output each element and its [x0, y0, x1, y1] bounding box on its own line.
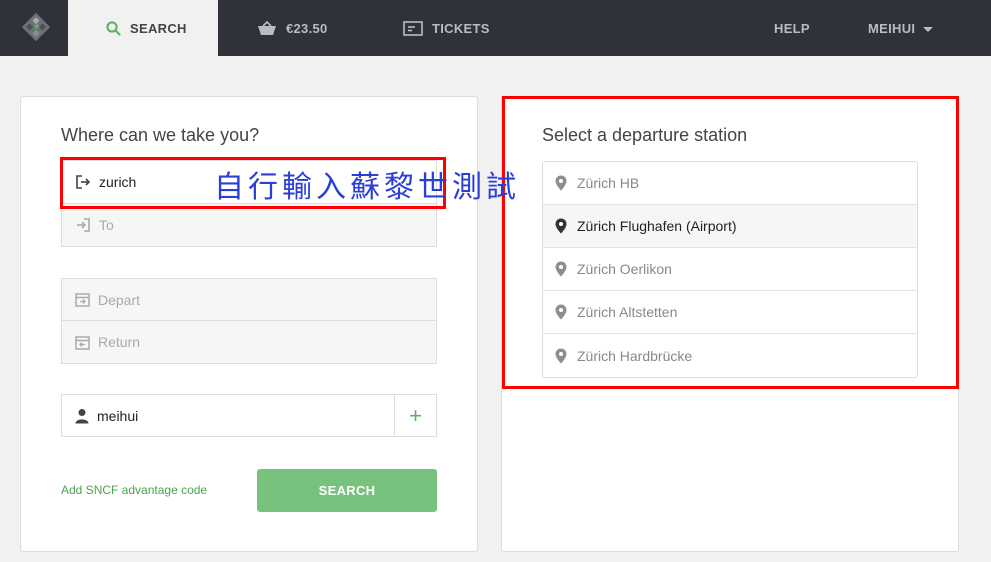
nav-tickets-label: TICKETS: [432, 20, 490, 36]
to-input-placeholder: To: [99, 217, 114, 233]
basket-icon: [258, 20, 276, 35]
plus-icon: +: [409, 402, 422, 428]
to-input[interactable]: To: [61, 204, 437, 247]
add-passenger-button[interactable]: +: [394, 395, 436, 436]
return-date-input[interactable]: Return: [61, 321, 437, 364]
depart-input-placeholder: Depart: [98, 291, 141, 308]
annotation-text: 自行輸入蘇黎世測試: [214, 170, 520, 205]
depart-date-input[interactable]: Depart: [61, 278, 437, 321]
search-button[interactable]: SEARCH: [257, 469, 437, 512]
nav-tickets[interactable]: TICKETS: [403, 0, 490, 56]
search-form-title: Where can we take you?: [61, 125, 260, 145]
calendar-depart-icon: [75, 293, 90, 307]
app-logo-icon[interactable]: [20, 10, 52, 44]
passenger-name: meihui: [97, 407, 139, 424]
passenger-selector[interactable]: meihui +: [61, 394, 437, 437]
arrival-icon: [77, 218, 90, 232]
user-menu-label: MEIHUI: [868, 20, 916, 36]
nav-help[interactable]: HELP: [774, 0, 810, 56]
top-navigation-bar: SEARCH €23.50 TICKETS HELP MEIHUI: [0, 0, 991, 56]
ticket-icon: [403, 20, 423, 36]
add-advantage-code-link[interactable]: Add SNCF advantage code: [61, 483, 207, 497]
calendar-return-icon: [75, 335, 90, 350]
nav-tab-search[interactable]: SEARCH: [68, 0, 218, 56]
chevron-down-icon: [923, 26, 934, 32]
annotation-highlight-stations: [502, 96, 959, 389]
search-icon: [106, 20, 121, 36]
nav-basket[interactable]: €23.50: [257, 0, 328, 56]
nav-help-label: HELP: [774, 20, 810, 36]
user-icon: [75, 408, 89, 423]
return-input-placeholder: Return: [98, 334, 141, 350]
user-menu[interactable]: MEIHUI: [868, 0, 934, 56]
nav-search-label: SEARCH: [130, 20, 187, 36]
basket-total: €23.50: [286, 20, 328, 36]
